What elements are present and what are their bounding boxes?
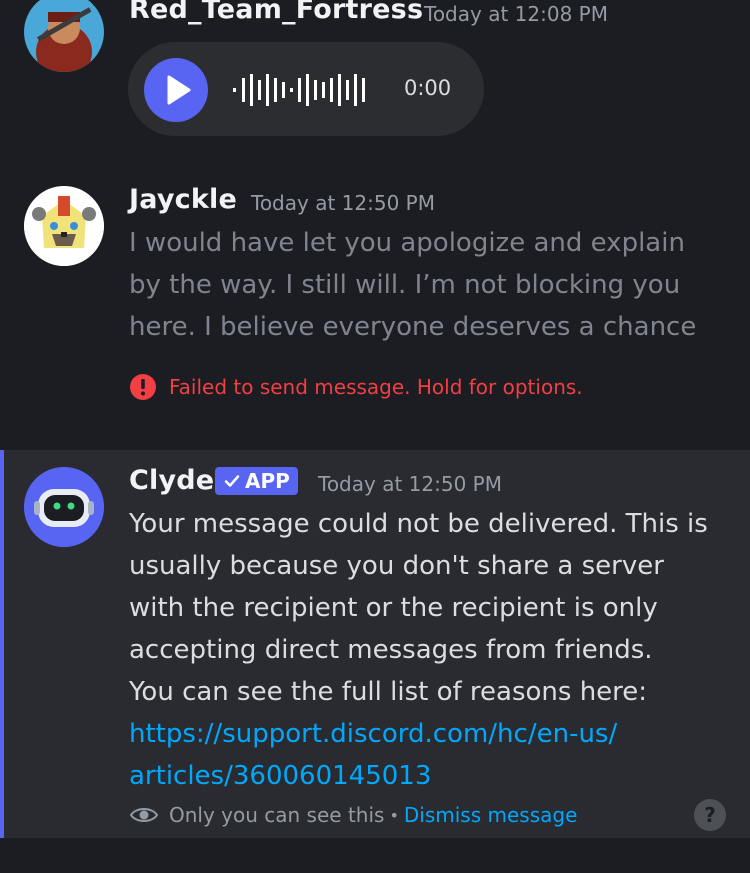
send-failed-notice[interactable]: Failed to send message. Hold for options… <box>129 372 583 402</box>
voice-message-player: 0:00 <box>128 42 484 136</box>
error-icon <box>130 374 156 400</box>
voice-duration: 0:00 <box>404 76 452 100</box>
dismiss-message-link[interactable]: Dismiss message <box>404 803 578 827</box>
avatar[interactable] <box>24 0 104 72</box>
ephemeral-notice: Only you can see this • Dismiss message <box>129 800 577 830</box>
message-content[interactable]: I would have let you apologize and expla… <box>129 222 696 348</box>
message-line: with the recipient or the recipient is o… <box>129 593 658 623</box>
clyde-bot-icon <box>24 467 104 547</box>
message-line: You can see the full list of reasons her… <box>129 677 648 707</box>
play-button[interactable] <box>144 58 208 122</box>
message-content[interactable]: Your message could not be delivered. Thi… <box>129 503 708 797</box>
message-line: accepting direct messages from friends. <box>129 635 653 665</box>
help-glyph: ? <box>704 803 716 827</box>
message-line: usually because you don't share a server <box>129 551 664 581</box>
message-line: by the way. I still will. I’m not blocki… <box>129 270 681 300</box>
username[interactable]: Jayckle <box>129 184 237 215</box>
avatar[interactable] <box>24 467 104 547</box>
checkmark-icon <box>224 475 240 487</box>
send-failed-text: Failed to send message. Hold for options… <box>169 375 583 399</box>
message-line: I would have let you apologize and expla… <box>129 228 685 258</box>
app-badge-label: APP <box>245 469 290 493</box>
help-icon[interactable]: ? <box>694 799 726 831</box>
app-badge: APP <box>215 467 298 495</box>
support-link[interactable]: https://support.discord.com/hc/en-us/ <box>129 713 708 755</box>
eye-icon <box>129 808 159 822</box>
support-link-continued[interactable]: articles/360060145013 <box>129 755 708 797</box>
separator: • <box>389 805 399 825</box>
timestamp: Today at 12:08 PM <box>424 2 608 26</box>
message-line: here. I believe everyone deserves a chan… <box>129 312 697 342</box>
timestamp: Today at 12:50 PM <box>318 472 502 496</box>
avatar[interactable] <box>24 186 104 266</box>
message-line: Your message could not be delivered. Thi… <box>129 509 708 539</box>
username[interactable]: Red_Team_Fortress <box>129 0 423 25</box>
username[interactable]: Clyde <box>129 465 214 496</box>
ephemeral-text: Only you can see this <box>169 803 385 827</box>
waveform-icon[interactable] <box>233 70 383 110</box>
play-icon <box>167 75 191 105</box>
timestamp: Today at 12:50 PM <box>251 191 435 215</box>
